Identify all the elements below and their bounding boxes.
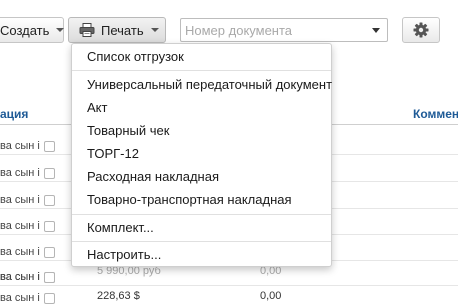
menu-item-configure[interactable]: Настроить... (87, 247, 161, 262)
print-button[interactable]: Печать (68, 17, 166, 43)
menu-item-transport-invoice[interactable]: Товарно-транспортная накладная (87, 192, 292, 207)
table-cell-name: ва сын і (0, 220, 40, 232)
row-checkbox[interactable] (44, 293, 55, 304)
print-label: Печать (101, 22, 144, 38)
menu-divider (72, 70, 331, 71)
menu-item-shipment-list[interactable]: Список отгрузок (87, 49, 184, 64)
table-cell-name: ва сын і (0, 246, 40, 258)
document-number-input[interactable] (185, 22, 361, 38)
settings-button[interactable] (402, 17, 440, 43)
table-cell-amount: 228,63 $ (97, 290, 140, 302)
print-dropdown-menu: Список отгрузок Универсальный передаточн… (71, 43, 332, 267)
gear-icon (413, 22, 429, 38)
create-label: Создать (0, 22, 50, 38)
column-header-left[interactable]: ация (0, 107, 28, 121)
printer-icon (79, 23, 95, 37)
table-cell-name: ва сын і (0, 167, 40, 179)
menu-item-act[interactable]: Акт (87, 100, 107, 115)
chevron-down-icon (56, 28, 65, 32)
row-checkbox[interactable] (44, 221, 55, 232)
row-checkbox[interactable] (44, 247, 55, 258)
row-divider (0, 285, 458, 286)
create-button[interactable]: Создать (0, 17, 65, 43)
table-cell-name: ва сын і (0, 194, 40, 206)
row-checkbox[interactable] (44, 195, 55, 206)
document-number-search[interactable] (180, 18, 388, 42)
row-checkbox[interactable] (44, 141, 55, 152)
menu-divider (72, 241, 331, 242)
menu-item-kit[interactable]: Комплект... (87, 220, 154, 235)
search-dropdown-arrow-icon[interactable] (372, 28, 380, 33)
menu-divider (72, 214, 331, 215)
table-cell-value: 0,00 (260, 290, 282, 302)
menu-item-expense-invoice[interactable]: Расходная накладная (87, 169, 219, 184)
table-cell-name: ва сын і (0, 271, 40, 283)
menu-item-torg12[interactable]: ТОРГ-12 (87, 146, 139, 161)
row-checkbox[interactable] (44, 168, 55, 179)
table-cell-name: ва сын і (0, 292, 40, 304)
menu-item-upd[interactable]: Универсальный передаточный документ (87, 77, 332, 92)
table-cell-name: ва сын і (0, 140, 40, 152)
row-checkbox[interactable] (44, 272, 55, 283)
chevron-down-icon (150, 28, 159, 32)
column-header-comment[interactable]: Коммент (413, 107, 458, 121)
menu-item-sales-receipt[interactable]: Товарный чек (87, 123, 169, 138)
